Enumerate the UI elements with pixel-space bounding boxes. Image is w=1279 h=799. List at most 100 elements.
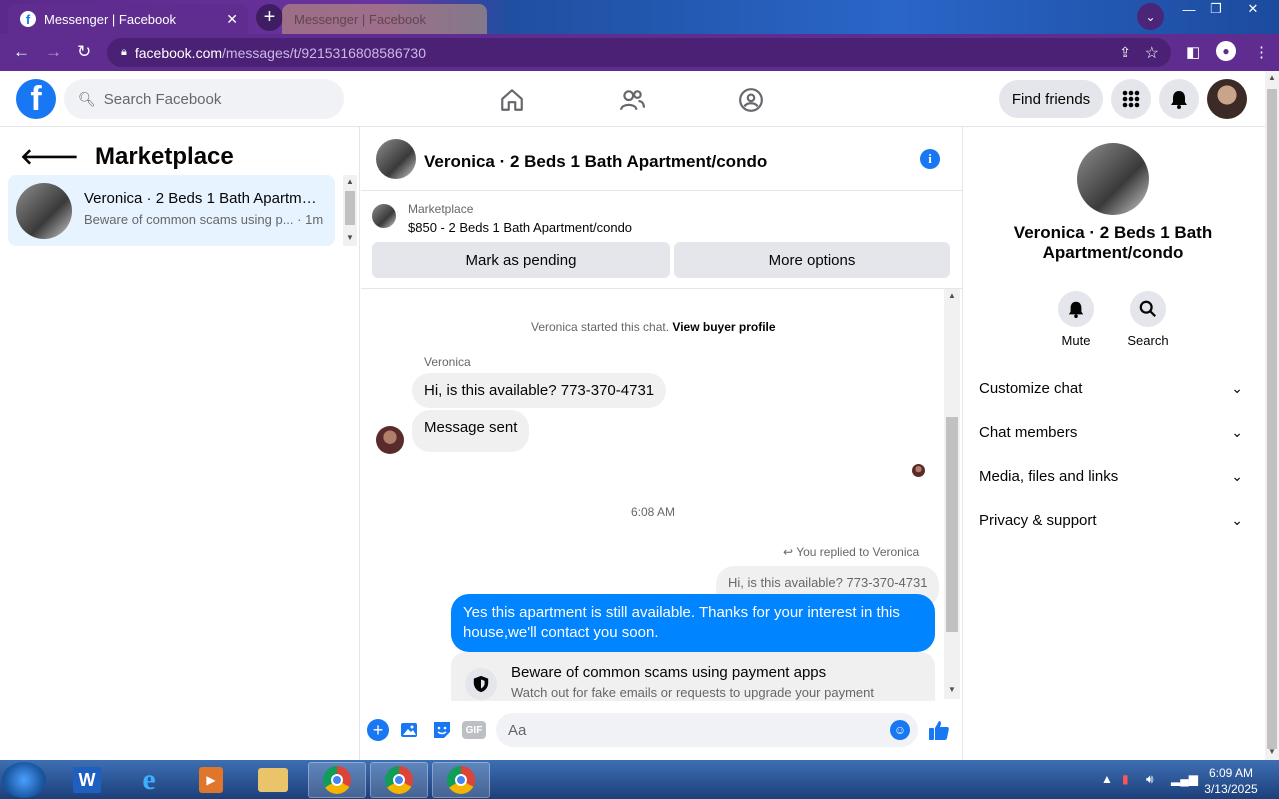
chrome-taskbar-icon[interactable] xyxy=(432,762,490,798)
scroll-up-arrow-icon[interactable]: ▲ xyxy=(1265,73,1279,82)
photo-icon[interactable] xyxy=(399,719,421,741)
page-scrollbar[interactable]: ▲ ▼ xyxy=(1265,71,1279,760)
chrome-taskbar-icon[interactable] xyxy=(370,762,428,798)
message-list-scrollbar[interactable]: ▲ ▼ xyxy=(944,289,960,699)
scroll-up-arrow-icon[interactable]: ▲ xyxy=(343,177,357,186)
listing-banner: Marketplace $850 - 2 Beds 1 Bath Apartme… xyxy=(361,191,962,289)
browser-toolbar: ← → ↻ 🔒︎ facebook.com/messages/t/9215316… xyxy=(0,34,1279,71)
mark-as-pending-button[interactable]: Mark as pending xyxy=(372,242,670,278)
outgoing-message[interactable]: Yes this apartment is still available. T… xyxy=(451,594,935,652)
facebook-favicon-icon: f xyxy=(20,11,36,27)
scroll-down-arrow-icon[interactable]: ▼ xyxy=(343,233,357,242)
address-bar[interactable]: 🔒︎ facebook.com/messages/t/9215316808586… xyxy=(107,38,1171,67)
conversation-list-scrollbar[interactable]: ▲ ▼ xyxy=(343,175,357,246)
lock-icon[interactable]: 🔒︎ xyxy=(121,46,127,59)
file-explorer-icon[interactable] xyxy=(244,762,302,798)
reload-icon[interactable]: ↻ xyxy=(77,42,91,62)
facebook-header: f 🔍︎ Search Facebook Find friends xyxy=(0,71,1265,127)
new-tab-button[interactable]: + xyxy=(256,4,283,31)
friends-icon[interactable] xyxy=(619,87,645,113)
listing-thumbnail[interactable] xyxy=(372,204,396,228)
internet-explorer-icon[interactable]: e xyxy=(120,762,178,798)
browser-tab-active[interactable]: f Messenger | Facebook ✕ xyxy=(8,4,248,34)
account-avatar[interactable] xyxy=(1207,79,1247,119)
browser-menu-icon[interactable]: ⋮ xyxy=(1254,43,1269,61)
scam-warning-card[interactable]: Beware of common scams using payment app… xyxy=(451,652,935,701)
bookmark-star-icon[interactable]: ☆ xyxy=(1145,43,1159,63)
notifications-bell-icon[interactable] xyxy=(1159,79,1199,119)
page-scrollbar-thumb[interactable] xyxy=(1267,89,1277,749)
side-panel-icon[interactable]: ◧ xyxy=(1186,43,1200,61)
customize-chat-section[interactable]: Customize chat ⌄ xyxy=(979,368,1249,408)
gif-icon[interactable]: GIF xyxy=(462,721,486,739)
system-clock[interactable]: 6:09 AM 3/13/2025 xyxy=(1196,765,1266,797)
thumbs-up-icon[interactable] xyxy=(928,719,950,741)
chat-avatar[interactable] xyxy=(376,139,416,179)
media-files-links-section[interactable]: Media, files and links ⌄ xyxy=(979,456,1249,496)
maximize-window-button[interactable]: ❐ xyxy=(1200,0,1232,18)
message-timestamp: 6:08 AM xyxy=(631,505,676,519)
tab-search-chevron-icon[interactable]: ⌄ xyxy=(1137,3,1164,30)
back-arrow-icon[interactable]: 🡐 xyxy=(20,144,79,170)
facebook-logo[interactable]: f xyxy=(16,79,56,119)
screen: f Messenger | Facebook ✕ + Messenger | F… xyxy=(0,0,1279,799)
scam-warning-title: Beware of common scams using payment app… xyxy=(511,664,827,681)
scroll-up-arrow-icon[interactable]: ▲ xyxy=(944,291,960,300)
mute-button[interactable]: Mute xyxy=(1046,291,1106,348)
incoming-message[interactable]: Hi, is this available? 773-370-4731 xyxy=(412,373,667,408)
volume-icon[interactable]: 🔊︎ xyxy=(1146,772,1154,787)
network-signal-icon[interactable]: ▂▄▆ xyxy=(1171,772,1198,786)
view-buyer-profile-link[interactable]: View buyer profile xyxy=(672,320,775,334)
incoming-message[interactable]: Message sent xyxy=(412,410,530,452)
scroll-down-arrow-icon[interactable]: ▼ xyxy=(1265,747,1279,756)
chevron-down-icon: ⌄ xyxy=(1231,423,1243,440)
sender-avatar[interactable] xyxy=(376,426,404,454)
find-friends-button[interactable]: Find friends xyxy=(999,80,1103,118)
chat-details-avatar[interactable] xyxy=(1077,143,1149,215)
home-icon[interactable] xyxy=(499,87,525,113)
chevron-down-icon: ⌄ xyxy=(1231,379,1243,396)
reply-arrow-icon: ↩ xyxy=(783,545,794,559)
sticker-icon[interactable] xyxy=(431,719,453,741)
start-button[interactable] xyxy=(2,762,46,798)
close-window-button[interactable]: ✕ xyxy=(1237,0,1269,18)
share-icon[interactable]: ⇪ xyxy=(1119,44,1131,61)
add-attachment-icon[interactable]: + xyxy=(367,719,389,741)
chat-details-name: Veronica · 2 Beds 1 Bath Apartment/condo xyxy=(1013,223,1213,262)
search-icon: 🔍︎ xyxy=(78,90,96,107)
close-tab-icon[interactable]: ✕ xyxy=(226,11,238,28)
show-hidden-icons-icon[interactable]: ▲ xyxy=(1101,772,1113,786)
scrollbar-thumb[interactable] xyxy=(345,191,355,225)
media-player-icon[interactable]: ▶ xyxy=(182,762,240,798)
replied-indicator: ↩ You replied to Veronica xyxy=(783,545,920,559)
chrome-taskbar-icon[interactable] xyxy=(308,762,366,798)
search-in-chat-button[interactable]: Search xyxy=(1118,291,1178,348)
chat-title[interactable]: Veronica · 2 Beds 1 Bath Apartment/condo xyxy=(424,152,767,172)
clock-time: 6:09 AM xyxy=(1208,766,1254,780)
info-icon[interactable]: i xyxy=(920,149,940,169)
profile-icon[interactable]: ● xyxy=(1216,41,1236,61)
privacy-support-section[interactable]: Privacy & support ⌄ xyxy=(979,500,1249,540)
message-input-placeholder: Aa xyxy=(508,721,527,739)
scroll-down-arrow-icon[interactable]: ▼ xyxy=(944,685,960,694)
scrollbar-thumb[interactable] xyxy=(946,417,958,632)
emoji-icon[interactable]: ☺ xyxy=(890,720,910,740)
listing-source: Marketplace xyxy=(408,202,474,216)
battery-icon[interactable]: ▮ xyxy=(1122,772,1129,786)
scam-warning-text: Watch out for fake emails or requests to… xyxy=(511,685,874,700)
browser-tab-inactive[interactable]: Messenger | Facebook xyxy=(282,4,487,34)
search-input[interactable]: 🔍︎ Search Facebook xyxy=(64,79,344,119)
chat-details-pane: Veronica · 2 Beds 1 Bath Apartment/condo… xyxy=(962,127,1265,760)
word-icon[interactable]: W xyxy=(58,762,116,798)
back-arrow-icon[interactable]: ← xyxy=(13,42,30,62)
chevron-down-icon: ⌄ xyxy=(1231,511,1243,528)
inactive-tab-title: Messenger | Facebook xyxy=(294,11,426,27)
forward-arrow-icon[interactable]: → xyxy=(45,42,62,62)
message-input[interactable]: Aa ☺ xyxy=(496,713,918,747)
more-options-button[interactable]: More options xyxy=(674,242,950,278)
conversation-item[interactable]: Veronica · 2 Beds 1 Bath Apartment/condo… xyxy=(8,175,335,246)
menu-grid-icon[interactable] xyxy=(1111,79,1151,119)
chat-members-section[interactable]: Chat members ⌄ xyxy=(979,412,1249,452)
listing-detail[interactable]: $850 - 2 Beds 1 Bath Apartment/condo xyxy=(408,220,632,235)
groups-icon[interactable] xyxy=(738,87,764,113)
